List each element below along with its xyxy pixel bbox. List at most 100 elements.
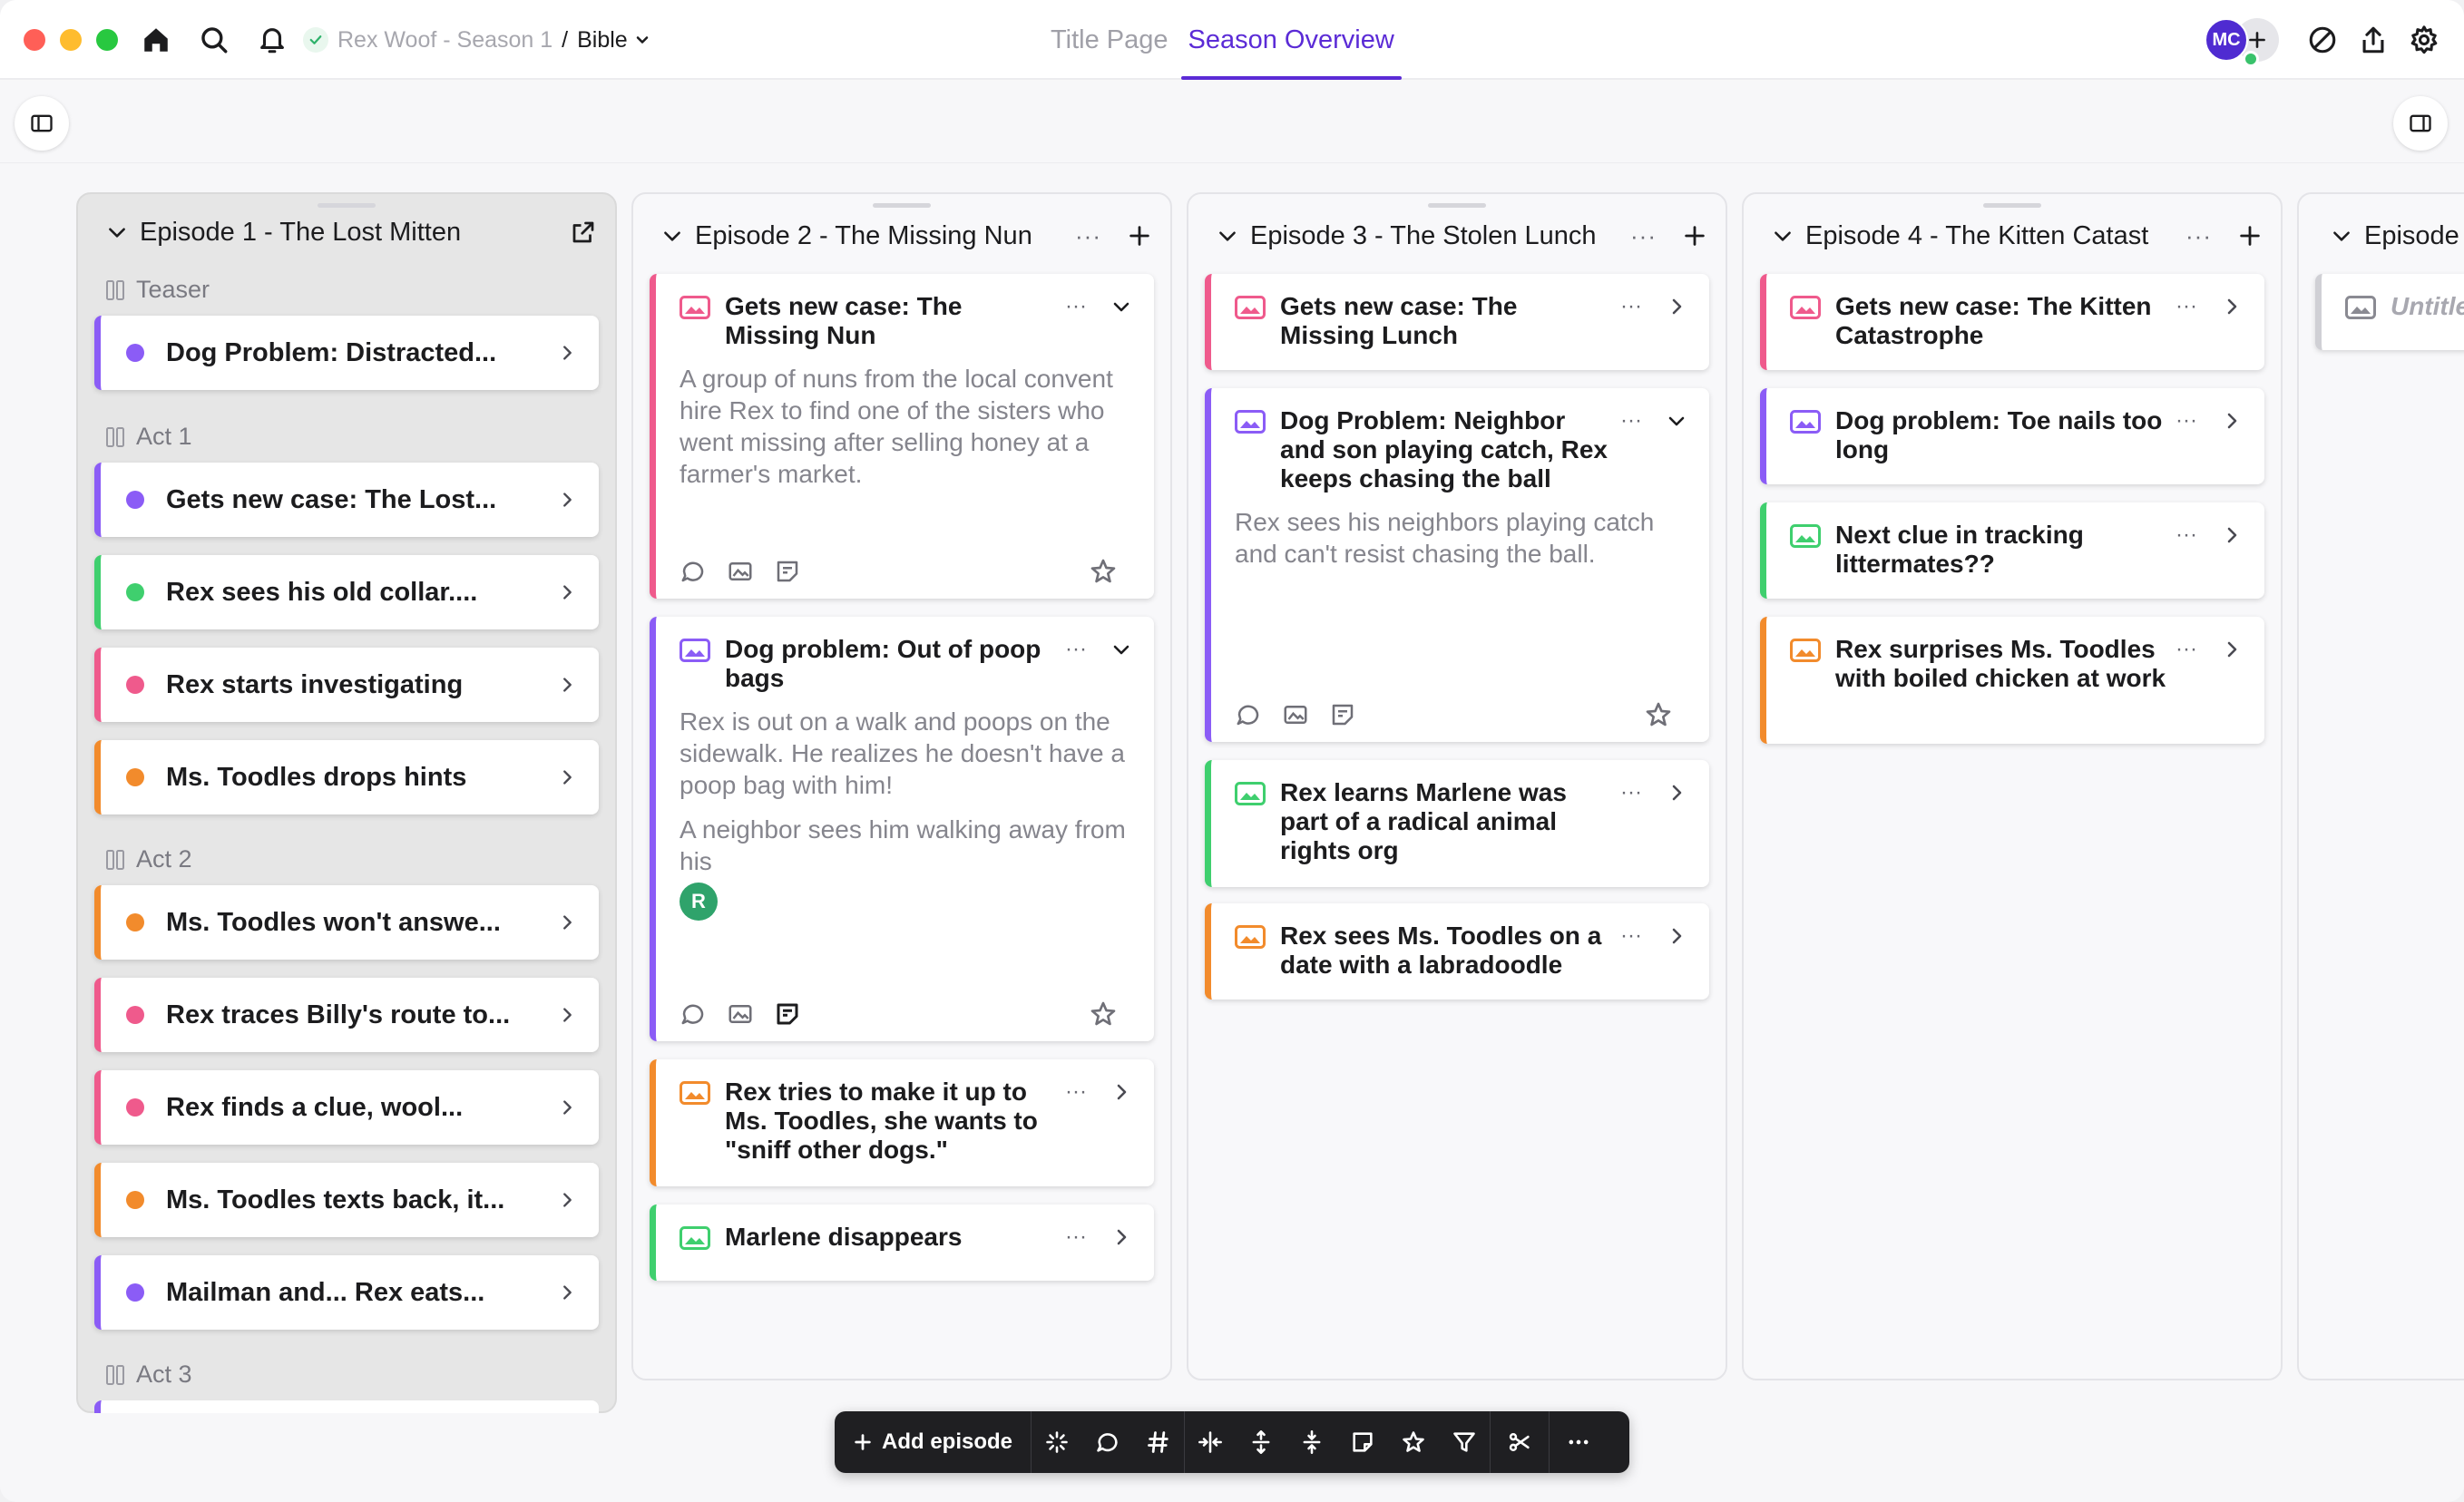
chevron-right-icon[interactable]: [557, 767, 577, 787]
beat-card[interactable]: Gets new case: The Lost...: [94, 463, 599, 537]
chevron-down-icon[interactable]: [1110, 639, 1132, 660]
scene-card[interactable]: Rex sees Ms. Toodles on a date with a la…: [1205, 903, 1709, 1000]
more-icon[interactable]: ···: [1065, 294, 1087, 319]
chevron-right-icon[interactable]: [2221, 410, 2243, 432]
more-icon[interactable]: ···: [2176, 522, 2197, 548]
chevron-right-icon[interactable]: [1110, 1226, 1132, 1248]
chevron-right-icon[interactable]: [557, 912, 577, 932]
sparkle-icon[interactable]: [1032, 1411, 1082, 1473]
chevron-down-icon[interactable]: [1216, 224, 1239, 248]
share-icon[interactable]: [2353, 20, 2393, 60]
scene-card[interactable]: Next clue in tracking littermates?? ···: [1760, 502, 2264, 599]
chevron-down-icon[interactable]: [1666, 410, 1687, 432]
open-external-icon[interactable]: [570, 219, 597, 246]
scene-card[interactable]: Dog problem: Toe nails too long ···: [1760, 388, 2264, 484]
chevron-right-icon[interactable]: [1666, 925, 1687, 947]
drag-handle[interactable]: [1983, 203, 2041, 208]
comment-icon[interactable]: [680, 1000, 707, 1028]
collapse-horizontal-icon[interactable]: [1185, 1411, 1236, 1473]
chevron-right-icon[interactable]: [2221, 296, 2243, 317]
chevron-right-icon[interactable]: [1110, 1081, 1132, 1103]
scene-card[interactable]: Marlene disappears ···: [650, 1205, 1154, 1281]
drag-handle[interactable]: [1428, 203, 1486, 208]
beat-card[interactable]: Ms. Toodles drops hints: [94, 740, 599, 814]
chevron-right-icon[interactable]: [557, 1190, 577, 1210]
episode-title[interactable]: Episode 2 - The Missing Nun: [695, 221, 1068, 251]
star-icon[interactable]: [1388, 1411, 1439, 1473]
scene-card[interactable]: Rex surprises Ms. Toodles with boiled ch…: [1760, 617, 2264, 744]
image-icon[interactable]: [727, 1000, 754, 1028]
chevron-right-icon[interactable]: [2221, 524, 2243, 546]
zoom-window-button[interactable]: [96, 29, 118, 51]
chevron-down-icon[interactable]: [2330, 224, 2353, 248]
note-icon[interactable]: [774, 1000, 801, 1028]
more-icon[interactable]: ···: [1630, 224, 1657, 248]
collaborator-avatar[interactable]: R: [680, 883, 718, 921]
beat-card[interactable]: Rex starts investigating: [94, 648, 599, 722]
chevron-right-icon[interactable]: [1666, 296, 1687, 317]
scene-description-continued[interactable]: A neighbor sees him walking away from hi…: [680, 814, 1132, 877]
more-icon[interactable]: ···: [1620, 923, 1642, 949]
comment-icon[interactable]: [680, 558, 707, 585]
more-icon[interactable]: ···: [1065, 637, 1087, 662]
more-icon[interactable]: ···: [1065, 1224, 1087, 1250]
beat-card[interactable]: Ms. Toodles texts back, it...: [94, 1163, 599, 1237]
chevron-right-icon[interactable]: [2221, 639, 2243, 660]
more-icon[interactable]: ···: [2176, 294, 2197, 319]
scene-card[interactable]: Gets new case: The Missing Nun ··· A gro…: [650, 274, 1154, 599]
more-icon[interactable]: ···: [2176, 637, 2197, 662]
collapse-vertical-icon[interactable]: [1286, 1411, 1337, 1473]
beat-card[interactable]: Mailman and... Rex eats...: [94, 1255, 599, 1330]
scene-card[interactable]: Rex tries to make it up to Ms. Toodles, …: [650, 1059, 1154, 1186]
tab-season-overview[interactable]: Season Overview: [1180, 0, 1403, 80]
more-icon[interactable]: ···: [1065, 1079, 1087, 1105]
more-icon[interactable]: ···: [1075, 224, 1101, 248]
beat-card[interactable]: Rex traces Billy's route to...: [94, 978, 599, 1052]
episode-title[interactable]: Episode 4 - The Kitten Catast: [1805, 221, 2178, 251]
add-episode-button[interactable]: Add episode: [835, 1411, 1032, 1473]
note-icon[interactable]: [1329, 701, 1356, 728]
scene-description[interactable]: A group of nuns from the local convent h…: [680, 363, 1132, 490]
gear-icon[interactable]: [2404, 20, 2444, 60]
comment-icon[interactable]: [1082, 1411, 1133, 1473]
star-icon[interactable]: [1089, 1000, 1118, 1029]
chevron-right-icon[interactable]: [1666, 782, 1687, 804]
plus-icon[interactable]: [2237, 223, 2263, 249]
tab-title-page[interactable]: Title Page: [1043, 0, 1176, 80]
chevron-down-icon[interactable]: [660, 224, 684, 248]
plus-icon[interactable]: [1682, 223, 1707, 249]
episode-title[interactable]: Episode: [2364, 221, 2464, 251]
plus-icon[interactable]: [1127, 223, 1152, 249]
drag-handle[interactable]: [873, 203, 931, 208]
note-icon[interactable]: [1337, 1411, 1388, 1473]
chevron-right-icon[interactable]: [557, 582, 577, 602]
comment-icon[interactable]: [1235, 701, 1262, 728]
filter-icon[interactable]: [1439, 1411, 1490, 1473]
more-icon[interactable]: ···: [1620, 408, 1642, 434]
scene-card[interactable]: Untitle: [2315, 274, 2464, 350]
beat-card[interactable]: Dog Problem: Distracted...: [94, 316, 599, 390]
chevron-right-icon[interactable]: [557, 490, 577, 510]
chevron-right-icon[interactable]: [557, 1097, 577, 1117]
scene-card[interactable]: Gets new case: The Missing Lunch ···: [1205, 274, 1709, 370]
scene-card[interactable]: Dog problem: Out of poop bags ··· Rex is…: [650, 617, 1154, 1041]
more-icon[interactable]: [1550, 1411, 1608, 1473]
avatar[interactable]: MC: [2205, 18, 2248, 62]
chevron-down-icon[interactable]: [105, 220, 129, 244]
beat-card[interactable]: Ms. Toodles won't answe...: [94, 885, 599, 960]
minimize-window-button[interactable]: [60, 29, 82, 51]
drag-handle[interactable]: [318, 203, 376, 208]
scissors-icon[interactable]: [1491, 1411, 1549, 1473]
bell-icon[interactable]: [252, 20, 292, 60]
scene-description[interactable]: Rex is out on a walk and poops on the si…: [680, 706, 1132, 801]
more-icon[interactable]: ···: [2185, 224, 2212, 248]
breadcrumb-page[interactable]: Bible: [577, 27, 628, 54]
note-icon[interactable]: [774, 558, 801, 585]
theme-toggle-icon[interactable]: [2303, 20, 2342, 60]
image-icon[interactable]: [1282, 701, 1309, 728]
image-icon[interactable]: [727, 558, 754, 585]
scene-card[interactable]: Dog Problem: Neighbor and son playing ca…: [1205, 388, 1709, 742]
chevron-down-icon[interactable]: [1771, 224, 1794, 248]
more-icon[interactable]: ···: [2176, 408, 2197, 434]
episode-title[interactable]: Episode 3 - The Stolen Lunch: [1250, 221, 1623, 251]
